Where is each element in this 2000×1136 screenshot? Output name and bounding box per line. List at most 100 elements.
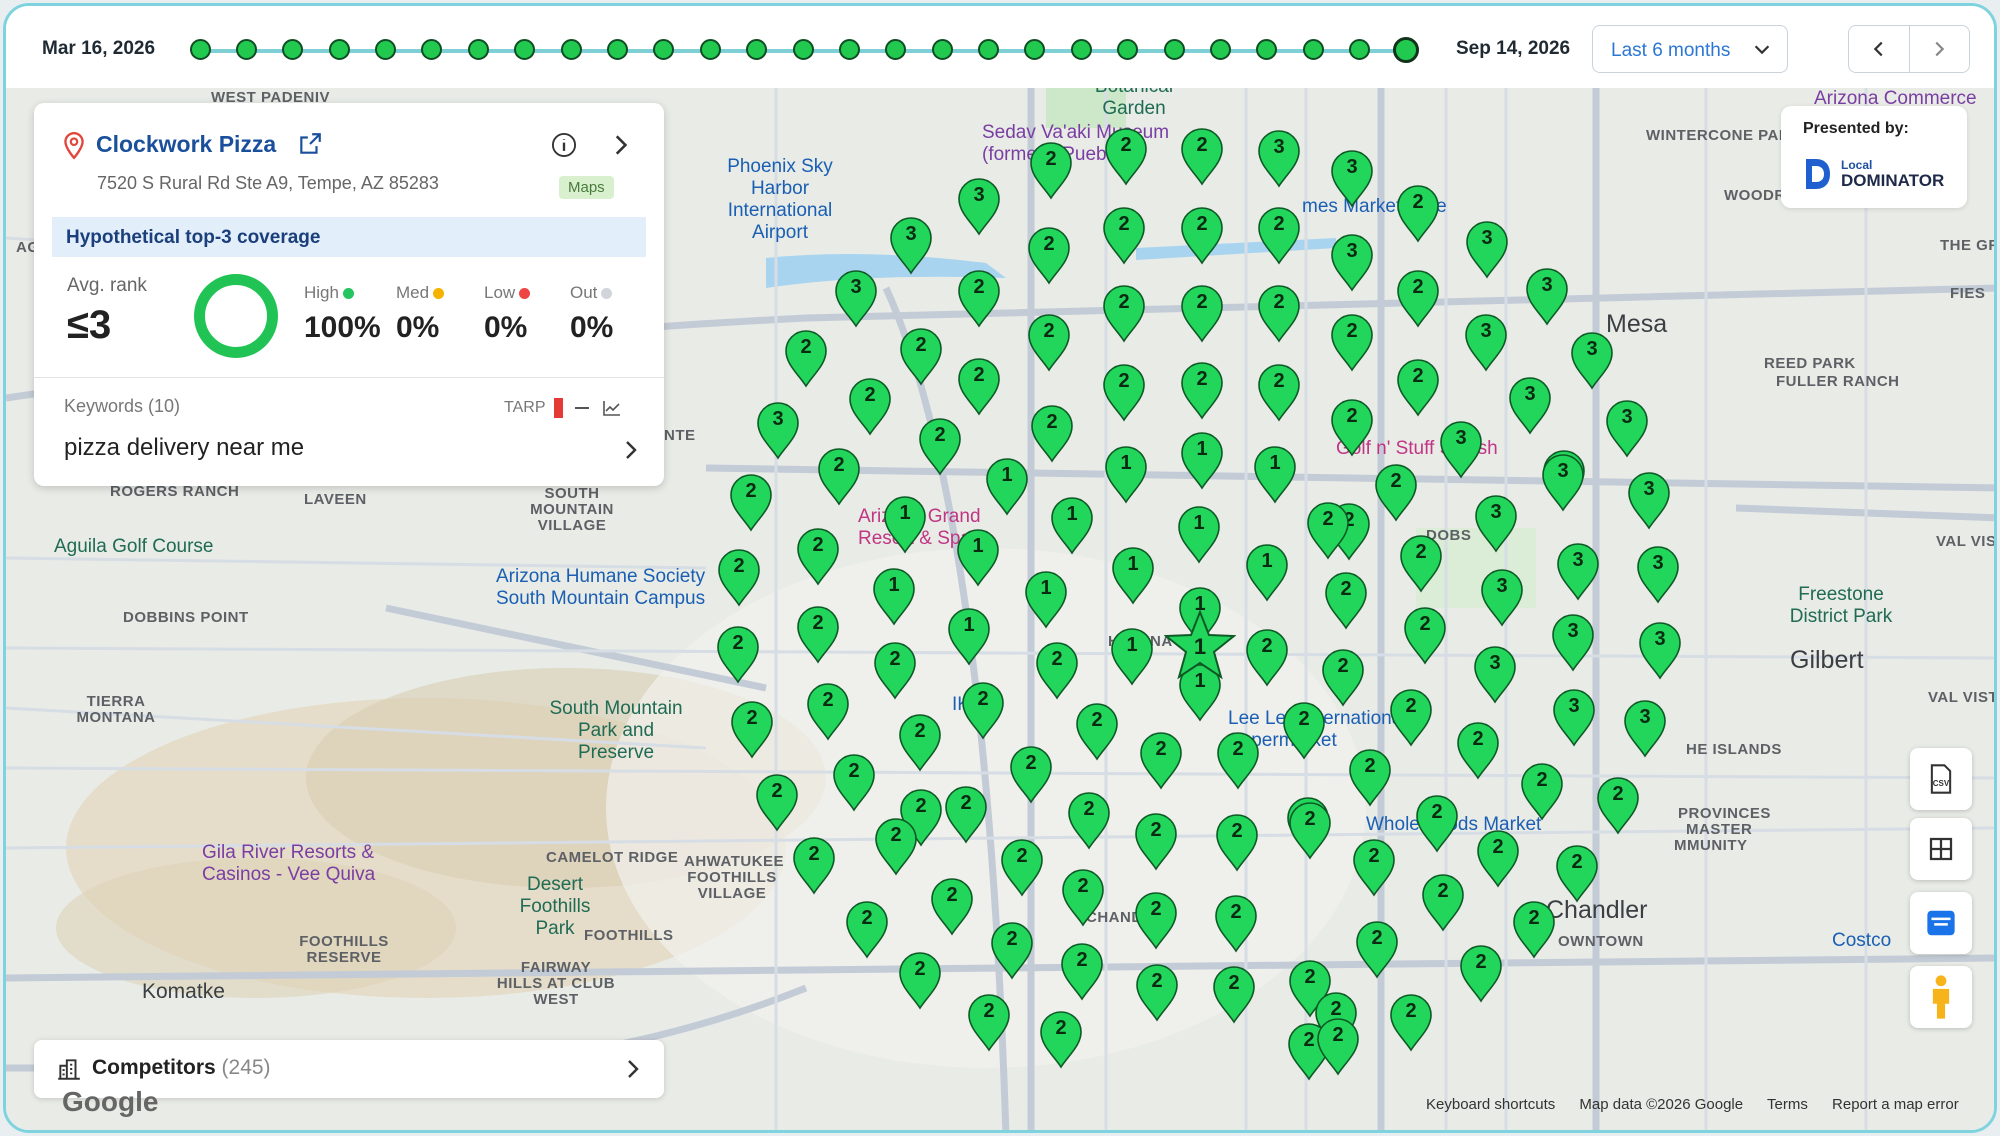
rank-pin[interactable]: 2	[831, 754, 877, 812]
timeline-dot[interactable]	[606, 39, 628, 60]
info-icon[interactable]	[550, 131, 578, 159]
rank-pin[interactable]: 2	[783, 330, 829, 388]
rank-pin[interactable]: 2	[844, 901, 890, 959]
timeline-dot[interactable]	[885, 39, 907, 60]
rank-pin[interactable]: 2	[1026, 314, 1072, 372]
rank-pin[interactable]: 1	[871, 568, 917, 626]
keyword-selector[interactable]: pizza delivery near me	[64, 434, 304, 462]
chevron-right-icon[interactable]	[607, 132, 633, 158]
rank-pin[interactable]: 2	[1059, 943, 1105, 1001]
rank-pin[interactable]: 2	[1329, 314, 1375, 372]
rank-pin[interactable]: 2	[1101, 285, 1147, 343]
rank-pin[interactable]: 1	[1176, 506, 1222, 564]
timeline-dot[interactable]	[328, 39, 350, 60]
timeline-dot-selected[interactable]	[1393, 37, 1419, 63]
date-range-select[interactable]: Last 6 months	[1592, 25, 1788, 73]
timeline-dot[interactable]	[931, 39, 953, 60]
rank-pin[interactable]: 2	[1215, 732, 1261, 790]
rank-pin[interactable]: 2	[897, 952, 943, 1010]
rank-pin[interactable]: 3	[755, 402, 801, 460]
rank-pin[interactable]: 2	[1026, 227, 1072, 285]
rank-pin[interactable]: 2	[791, 837, 837, 895]
rank-pin[interactable]: 2	[1475, 830, 1521, 888]
rank-pin[interactable]: 3	[1329, 150, 1375, 208]
rank-pin[interactable]: 3	[1472, 646, 1518, 704]
rank-pin[interactable]: 1	[882, 496, 928, 554]
rank-pin[interactable]: 1	[1109, 628, 1155, 686]
rank-pin[interactable]: 2	[1351, 839, 1397, 897]
rank-pin[interactable]: 2	[1323, 572, 1369, 630]
poi-label[interactable]: Sedav Va'aki Museum (formerly Pueblo	[982, 122, 1192, 166]
rank-pin[interactable]: 2	[1213, 895, 1259, 953]
rank-pin[interactable]: 2	[1398, 535, 1444, 593]
timeline-dot[interactable]	[699, 39, 721, 60]
rank-pin[interactable]: 2	[1101, 207, 1147, 265]
timeline-dot[interactable]	[746, 39, 768, 60]
rank-pin[interactable]: 2	[754, 774, 800, 832]
rank-pin[interactable]: 2	[1354, 921, 1400, 979]
business-location-star-icon[interactable]: 1	[1164, 610, 1236, 680]
rank-pin[interactable]: 2	[999, 839, 1045, 897]
rank-pin[interactable]: 2	[795, 606, 841, 664]
rank-pin[interactable]: 2	[1519, 763, 1565, 821]
rank-pin[interactable]: 2	[956, 270, 1002, 328]
rank-pin[interactable]: 3	[1256, 130, 1302, 188]
rank-pin[interactable]: 2	[1395, 359, 1441, 417]
rank-pin[interactable]: 3	[1555, 543, 1601, 601]
rank-pin[interactable]: 2	[1179, 128, 1225, 186]
rank-pin[interactable]: 2	[929, 878, 975, 936]
rank-pin[interactable]: 2	[1060, 869, 1106, 927]
timeline-dot[interactable]	[1117, 39, 1139, 60]
report-map-error-link[interactable]: Report a map error	[1832, 1096, 1959, 1113]
timeline-dot[interactable]	[560, 39, 582, 60]
rank-pin[interactable]: 2	[1103, 128, 1149, 186]
rank-pin[interactable]: 3	[1569, 332, 1615, 390]
previous-button[interactable]	[1849, 26, 1909, 72]
rank-pin[interactable]: 3	[1604, 400, 1650, 458]
rank-pin[interactable]: 2	[1074, 703, 1120, 761]
rank-pin[interactable]: 2	[1402, 607, 1448, 665]
rank-pin[interactable]: 2	[1554, 845, 1600, 903]
rank-pin[interactable]: 1	[946, 608, 992, 666]
timeline-dot[interactable]	[792, 39, 814, 60]
timeline-dot[interactable]	[838, 39, 860, 60]
rank-pin[interactable]: 2	[1395, 185, 1441, 243]
maps-badge[interactable]: Maps	[559, 176, 614, 199]
timeline-dot[interactable]	[1024, 39, 1046, 60]
rank-pin[interactable]: 2	[1320, 649, 1366, 707]
rank-pin[interactable]: 2	[1179, 362, 1225, 420]
rank-pin[interactable]: 2	[1134, 964, 1180, 1022]
rank-pin[interactable]: 2	[1388, 689, 1434, 747]
rank-pin[interactable]: 3	[1622, 700, 1668, 758]
rank-pin[interactable]: 1	[1103, 446, 1149, 504]
rank-pin[interactable]: 3	[1507, 377, 1553, 435]
external-link-icon[interactable]	[297, 131, 323, 157]
rank-pin[interactable]: 2	[1256, 285, 1302, 343]
rank-pin[interactable]: 3	[833, 270, 879, 328]
timeline-dot[interactable]	[1209, 39, 1231, 60]
rank-pin[interactable]: 2	[897, 714, 943, 772]
timeline-dot[interactable]	[282, 39, 304, 60]
timeline-dot[interactable]	[978, 39, 1000, 60]
timeline-dot[interactable]	[1256, 39, 1278, 60]
rank-pin[interactable]: 2	[966, 994, 1012, 1052]
poi-label[interactable]: Aguila Golf Course	[54, 536, 213, 558]
rank-pin[interactable]: 2	[1305, 502, 1351, 560]
timeline-dot[interactable]	[375, 39, 397, 60]
store-button[interactable]	[1910, 892, 1972, 954]
rank-pin[interactable]: 3	[1479, 569, 1525, 627]
rank-pin[interactable]: 3	[1473, 495, 1519, 553]
rank-pin[interactable]: 2	[1133, 892, 1179, 950]
rank-pin[interactable]: 2	[1038, 1011, 1084, 1069]
rank-pin[interactable]: 2	[1455, 722, 1501, 780]
rank-pin[interactable]: 2	[1133, 813, 1179, 871]
rank-pin[interactable]: 2	[715, 626, 761, 684]
rank-pin[interactable]: 2	[1329, 399, 1375, 457]
rank-pin[interactable]: 2	[1179, 207, 1225, 265]
poi-label[interactable]: Gila River Resorts & Casinos - Vee Quiva	[202, 842, 402, 886]
poi-label[interactable]: South Mountain Park and Preserve	[546, 698, 686, 764]
rank-pin[interactable]: 3	[956, 178, 1002, 236]
rank-pin[interactable]: 1	[1252, 446, 1298, 504]
rank-pin[interactable]: 2	[805, 683, 851, 741]
rank-pin[interactable]: 2	[1214, 814, 1260, 872]
